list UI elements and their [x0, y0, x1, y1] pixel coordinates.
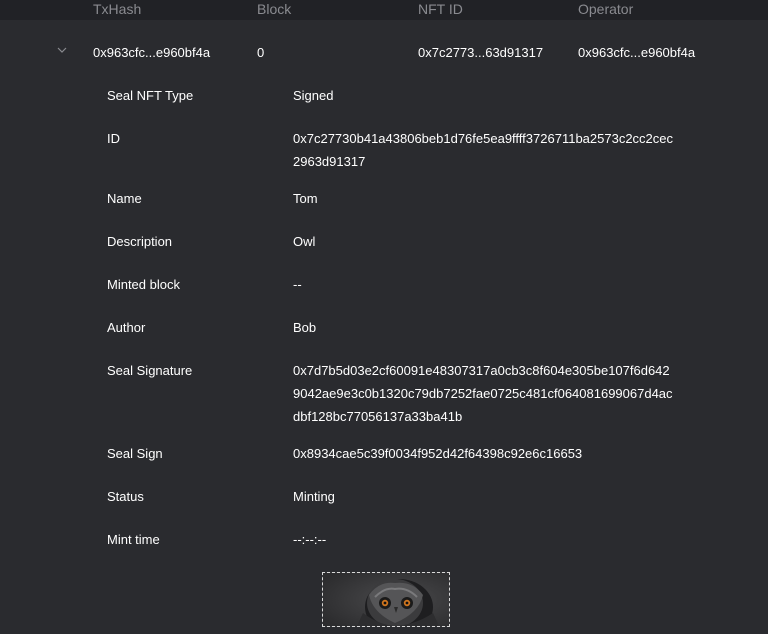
- header-txhash: TxHash: [93, 1, 142, 17]
- cell-operator[interactable]: 0x963cfc...e960bf4a: [578, 45, 695, 60]
- detail-label: Minted block: [107, 277, 180, 292]
- detail-label: Seal Sign: [107, 446, 163, 461]
- cell-txhash[interactable]: 0x963cfc...e960bf4a: [93, 45, 210, 60]
- detail-label: Status: [107, 489, 144, 504]
- header-block: Block: [257, 1, 292, 17]
- cell-block: 0: [257, 45, 265, 60]
- detail-value: 0x7c27730b41a43806beb1d76fe5ea9ffff37267…: [293, 131, 674, 169]
- detail-label: ID: [107, 131, 120, 146]
- detail-label: Seal Signature: [107, 363, 193, 378]
- detail-label: Description: [107, 234, 173, 249]
- detail-label: Seal NFT Type: [107, 88, 194, 103]
- nft-image[interactable]: [322, 572, 450, 627]
- table-header: TxHash Block NFT ID Operator: [0, 0, 768, 20]
- detail-value: Signed: [293, 88, 334, 103]
- header-nft-id: NFT ID: [418, 1, 463, 17]
- detail-value: Owl: [293, 234, 316, 249]
- detail-label: Author: [107, 320, 146, 335]
- detail-label: Name: [107, 191, 142, 206]
- detail-value: Minting: [293, 489, 335, 504]
- detail-value: --:--:--: [293, 532, 327, 547]
- detail-value: Bob: [293, 320, 317, 335]
- detail-value: --: [293, 277, 302, 292]
- owl-image: [323, 573, 449, 626]
- detail-value: 0x7d7b5d03e2cf60091e48307317a0cb3c8f604e…: [293, 363, 673, 424]
- detail-value: 0x8934cae5c39f0034f952d42f64398c92e6c166…: [293, 446, 583, 461]
- collapse-chevron-icon[interactable]: [56, 44, 68, 56]
- transactions-table: TxHash Block NFT ID Operator 0x963cfc...…: [0, 0, 768, 634]
- header-operator: Operator: [578, 1, 634, 17]
- detail-value: Tom: [293, 191, 318, 206]
- detail-label: Mint time: [107, 532, 160, 547]
- cell-nft-id[interactable]: 0x7c2773...63d91317: [418, 45, 543, 60]
